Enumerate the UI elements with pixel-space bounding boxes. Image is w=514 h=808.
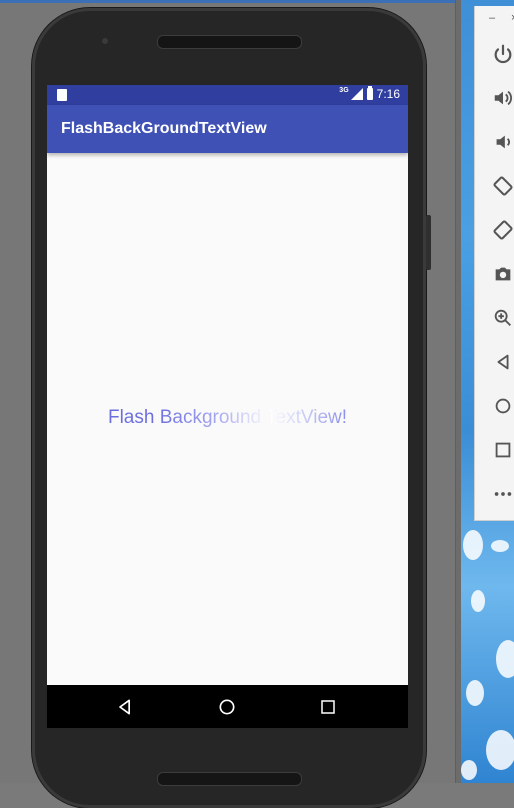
rotate-right-icon[interactable] xyxy=(491,218,514,242)
phone-screen: 3G 7:16 FlashBackGroundTextView Flash Ba… xyxy=(47,85,408,728)
signal-icon xyxy=(350,88,363,100)
network-type: 3G xyxy=(339,86,349,94)
nav-recents-icon[interactable] xyxy=(316,695,340,719)
flash-background-text: Flash Background TextView! xyxy=(47,407,408,429)
app-bar: FlashBackGroundTextView xyxy=(47,105,408,153)
status-time: 7:16 xyxy=(376,87,400,101)
rotate-left-icon[interactable] xyxy=(491,174,514,198)
emulator-toolbar: – × xyxy=(474,6,514,521)
sd-card-icon xyxy=(57,89,67,101)
more-icon[interactable] xyxy=(491,482,514,506)
camera-icon[interactable] xyxy=(491,262,514,286)
status-right: 3G 7:16 xyxy=(339,86,400,101)
navigation-bar xyxy=(47,685,408,728)
status-bar: 3G 7:16 xyxy=(47,85,408,105)
zoom-icon[interactable] xyxy=(491,306,514,330)
front-camera xyxy=(102,38,108,44)
window-top-border xyxy=(0,0,460,3)
volume-down-icon[interactable] xyxy=(491,130,514,154)
volume-up-icon[interactable] xyxy=(491,86,514,110)
back-icon[interactable] xyxy=(491,350,514,374)
earpiece-speaker xyxy=(157,35,302,49)
home-icon[interactable] xyxy=(491,394,514,418)
overview-icon[interactable] xyxy=(491,438,514,462)
nav-back-icon[interactable] xyxy=(113,695,137,719)
battery-icon xyxy=(366,86,373,100)
minimize-button[interactable]: – xyxy=(489,12,495,24)
side-button xyxy=(426,215,431,270)
bottom-speaker xyxy=(157,772,302,786)
app-title: FlashBackGroundTextView xyxy=(61,120,267,137)
nav-home-icon[interactable] xyxy=(215,695,239,719)
power-icon[interactable] xyxy=(491,42,514,66)
